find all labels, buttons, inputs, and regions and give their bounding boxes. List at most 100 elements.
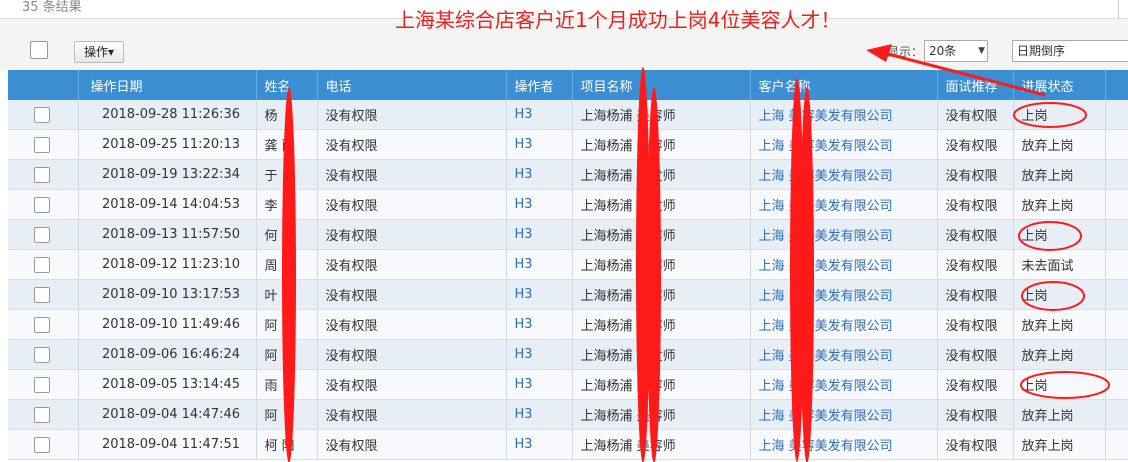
cell-operator[interactable]: H3 <box>506 159 573 190</box>
col-header-phone[interactable]: 电话 <box>317 70 507 100</box>
table-row[interactable]: 2018-09-28 11:26:36 杨没有权限 H3 上海杨浦 美容师 上海 美容美… <box>8 100 1128 130</box>
cell-customer[interactable]: 上海 美容美发有限公司 <box>750 249 938 280</box>
cell-customer[interactable]: 上海 美容美发有限公司 <box>750 100 938 130</box>
cell-customer[interactable]: 上海 美容美发有限公司 <box>750 129 938 160</box>
cell-date: 2018-09-04 11:47:51 <box>78 429 257 460</box>
cell-status: 放弃上岗 <box>1013 129 1106 160</box>
cell-phone: 没有权限 <box>317 189 507 220</box>
cell-checkbox <box>8 279 79 310</box>
cell-customer[interactable]: 上海 美容美发有限公司 <box>750 279 938 310</box>
table-row[interactable]: 2018-09-04 11:47:51 柯 阳没有权限 H3 上海杨浦 美容师 上海 美… <box>8 429 1128 460</box>
col-header-customer[interactable]: 客户名称 <box>750 70 938 100</box>
cell-operator[interactable]: H3 <box>506 100 573 130</box>
cell-customer[interactable]: 上海 美容美发有限公司 <box>750 189 938 220</box>
cell-operator[interactable]: H3 <box>506 279 573 310</box>
row-checkbox[interactable] <box>34 256 50 273</box>
cell-name: 阿 <box>256 309 318 340</box>
cell-operator[interactable]: H3 <box>506 219 573 250</box>
cell-customer[interactable]: 上海 美容美发有限公司 <box>750 159 938 190</box>
row-checkbox[interactable] <box>34 196 50 213</box>
row-checkbox[interactable] <box>34 226 50 243</box>
cell-status: 放弃上岗 <box>1013 159 1106 190</box>
cell-operator[interactable]: H3 <box>506 189 573 220</box>
col-header-operator[interactable]: 操作者 <box>506 70 573 100</box>
cell-customer[interactable]: 上海 美容美发有限公司 <box>750 219 938 250</box>
row-checkbox[interactable] <box>34 286 50 303</box>
table-row[interactable]: 2018-09-10 11:49:46 阿没有权限 H3 上海杨浦 美容师 上海 美容美… <box>8 309 1128 340</box>
result-count: 35 条结果 <box>22 0 82 15</box>
cell-name: 于 <box>256 159 318 190</box>
cell-phone: 没有权限 <box>317 100 507 130</box>
cell-date: 2018-09-12 11:23:10 <box>78 249 257 280</box>
cell-filler <box>1105 309 1128 340</box>
operations-button[interactable]: 操作▾ <box>74 41 124 63</box>
cell-project: 上海杨浦 美容师 <box>572 369 751 400</box>
table-row[interactable]: 2018-09-05 13:14:45 雨没有权限 H3 上海杨浦 美容师 上海 美容美… <box>8 369 1128 400</box>
cell-customer[interactable]: 上海 美容美发有限公司 <box>750 369 938 400</box>
col-header-date[interactable]: 操作日期 <box>78 70 257 100</box>
table-row[interactable]: 2018-09-06 16:46:24 阿没有权限 H3 上海杨浦 美发师 上海 美容美… <box>8 339 1128 370</box>
cell-operator[interactable]: H3 <box>506 309 573 340</box>
cell-filler <box>1105 429 1128 460</box>
cell-interview: 没有权限 <box>937 189 1014 220</box>
cell-customer[interactable]: 上海 美容美发有限公司 <box>750 399 938 430</box>
cell-operator[interactable]: H3 <box>506 339 573 370</box>
cell-operator[interactable]: H3 <box>506 369 573 400</box>
cell-interview: 没有权限 <box>937 159 1014 190</box>
row-checkbox[interactable] <box>34 376 50 393</box>
cell-customer[interactable]: 上海 美容美发有限公司 <box>750 339 938 370</box>
cell-date: 2018-09-25 11:20:13 <box>78 129 257 160</box>
cell-filler <box>1105 100 1128 130</box>
cell-name: 雨 <box>256 369 318 400</box>
cell-operator[interactable]: H3 <box>506 129 573 160</box>
cell-checkbox <box>8 100 79 130</box>
cell-checkbox <box>8 339 79 370</box>
col-header-interview[interactable]: 面试推荐 <box>937 70 1014 100</box>
col-header-name[interactable]: 姓名 <box>256 70 318 100</box>
cell-status: 上岗 <box>1013 279 1106 310</box>
results-table: 操作日期 姓名 电话 操作者 项目名称 客户名称 面试推荐 进展状态 2018-… <box>8 70 1128 460</box>
cell-filler <box>1105 129 1128 160</box>
page-size-select[interactable]: 20条 ▼ <box>924 40 988 62</box>
cell-status: 放弃上岗 <box>1013 189 1106 220</box>
cell-customer[interactable]: 上海 美容美发有限公司 <box>750 429 938 460</box>
table-row[interactable]: 2018-09-19 13:22:34 于没有权限 H3 上海杨浦 美发师 上海 美容美… <box>8 159 1128 190</box>
cell-phone: 没有权限 <box>317 159 507 190</box>
row-checkbox[interactable] <box>34 346 50 363</box>
row-checkbox[interactable] <box>34 406 50 423</box>
cell-status: 放弃上岗 <box>1013 429 1106 460</box>
table-row[interactable]: 2018-09-10 13:17:53 叶 鹏没有权限 H3 上海杨浦 美容师 上海 美… <box>8 279 1128 310</box>
cell-operator[interactable]: H3 <box>506 399 573 430</box>
top-bar-edge <box>1118 0 1128 18</box>
cell-checkbox <box>8 189 79 220</box>
cell-phone: 没有权限 <box>317 429 507 460</box>
cell-interview: 没有权限 <box>937 429 1014 460</box>
table-row[interactable]: 2018-09-13 11:57:50 何 花没有权限 H3 上海杨浦 美容师 上海 美… <box>8 219 1128 250</box>
cell-operator[interactable]: H3 <box>506 429 573 460</box>
cell-interview: 没有权限 <box>937 369 1014 400</box>
cell-project: 上海杨浦 美发师 <box>572 339 751 370</box>
cell-customer[interactable]: 上海 美容美发有限公司 <box>750 309 938 340</box>
table-row[interactable]: 2018-09-14 14:04:53 李没有权限 H3 上海杨浦 美发师 上海 美容美… <box>8 189 1128 220</box>
sort-select[interactable]: 日期倒序 <box>1012 40 1128 62</box>
cell-project: 上海杨浦 美容师 <box>572 399 751 430</box>
select-all-checkbox[interactable] <box>30 41 48 59</box>
cell-interview: 没有权限 <box>937 129 1014 160</box>
page-size-value: 20条 <box>929 44 957 58</box>
cell-phone: 没有权限 <box>317 219 507 250</box>
row-checkbox[interactable] <box>34 436 50 453</box>
row-checkbox[interactable] <box>34 316 50 333</box>
cell-date: 2018-09-10 13:17:53 <box>78 279 257 310</box>
row-checkbox[interactable] <box>34 106 50 123</box>
table-row[interactable]: 2018-09-25 11:20:13 龚 丽没有权限 H3 上海杨浦 美容师 上海 美… <box>8 129 1128 160</box>
row-checkbox[interactable] <box>34 166 50 183</box>
cell-operator[interactable]: H3 <box>506 249 573 280</box>
row-checkbox[interactable] <box>34 136 50 153</box>
col-header-project[interactable]: 项目名称 <box>572 70 751 100</box>
col-header-status[interactable]: 进展状态 <box>1013 70 1106 100</box>
table-row[interactable]: 2018-09-12 11:23:10 周没有权限 H3 上海杨浦 美容师 上海 美容美… <box>8 249 1128 280</box>
cell-checkbox <box>8 219 79 250</box>
cell-interview: 没有权限 <box>937 399 1014 430</box>
cell-checkbox <box>8 429 79 460</box>
table-row[interactable]: 2018-09-04 14:47:46 阿没有权限 H3 上海杨浦 美容师 上海 美容美… <box>8 399 1128 430</box>
